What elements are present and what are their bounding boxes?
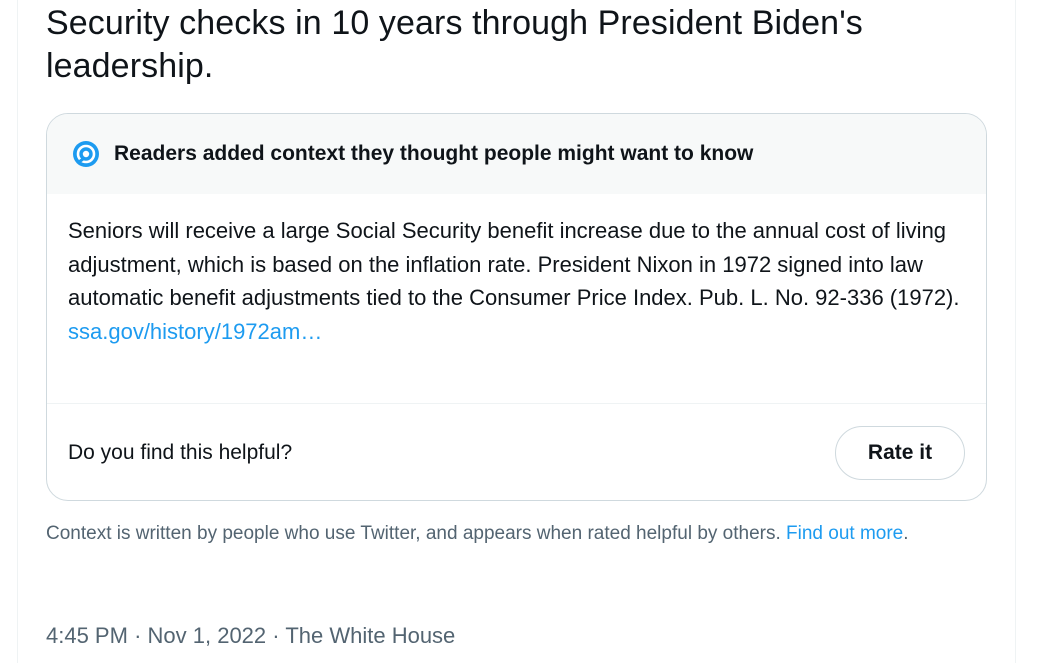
community-notes-icon [71, 139, 101, 169]
tweet-date[interactable]: Nov 1, 2022 [148, 623, 267, 648]
note-header: Readers added context they thought peopl… [47, 114, 986, 194]
note-body-text: Seniors will receive a large Social Secu… [68, 218, 960, 310]
tweet-text: Security checks in 10 years through Pres… [46, 4, 863, 85]
tweet-source: The White House [285, 623, 456, 648]
tweet-time[interactable]: 4:45 PM [46, 623, 128, 648]
note-footer: Do you find this helpful? Rate it [47, 404, 986, 500]
meta-separator: · [134, 623, 142, 648]
context-disclaimer-period: . [903, 523, 909, 544]
note-header-title: Readers added context they thought peopl… [114, 142, 754, 165]
find-out-more-link[interactable]: Find out more [786, 523, 903, 544]
meta-separator: · [272, 623, 280, 648]
helpful-question: Do you find this helpful? [68, 440, 293, 464]
note-body: Seniors will receive a large Social Secu… [47, 194, 986, 403]
rate-it-button[interactable]: Rate it [835, 425, 965, 480]
context-disclaimer: Context is written by people who use Twi… [46, 520, 996, 547]
context-disclaimer-text: Context is written by people who use Twi… [46, 523, 787, 544]
tweet-metadata: 4:45 PM · Nov 1, 2022 · The White House [46, 623, 455, 649]
community-note-card: Readers added context they thought peopl… [46, 113, 987, 501]
note-source-link[interactable]: ssa.gov/history/1972am… [68, 315, 322, 349]
